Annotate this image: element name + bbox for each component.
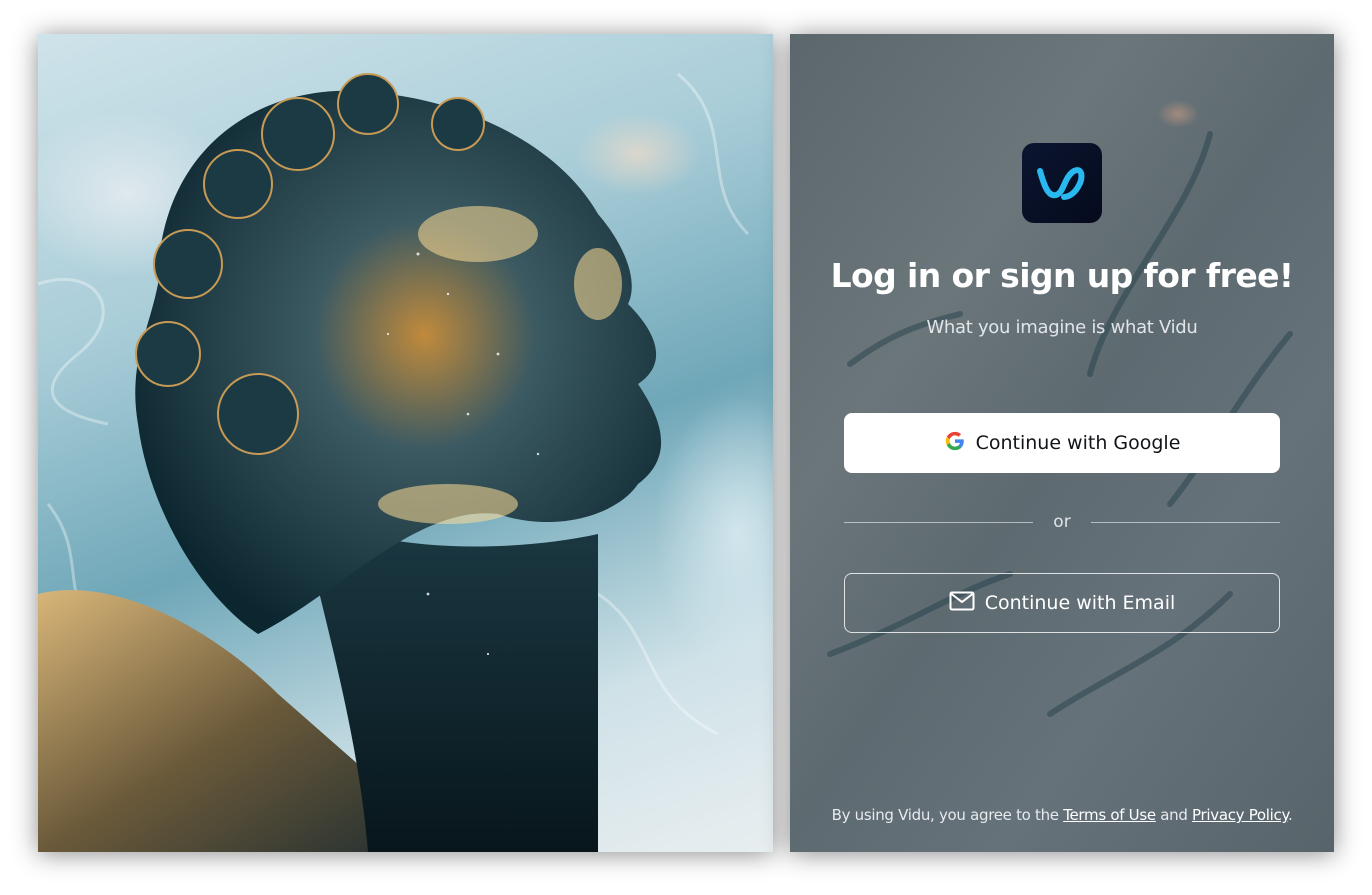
legal-notice: By using Vidu, you agree to the Terms of… [790, 806, 1334, 824]
privacy-policy-link[interactable]: Privacy Policy [1192, 806, 1288, 824]
page-title: Log in or sign up for free! [830, 256, 1294, 295]
or-divider: or [844, 512, 1280, 534]
divider-line-right [1091, 522, 1280, 523]
legal-suffix: . [1287, 806, 1293, 824]
hero-image [38, 34, 773, 852]
continue-with-email-button[interactable]: Continue with Email [844, 573, 1280, 633]
google-button-label: Continue with Google [975, 432, 1181, 454]
email-button-label: Continue with Email [984, 592, 1176, 614]
terms-of-use-link[interactable]: Terms of Use [1063, 806, 1156, 824]
mail-icon [949, 590, 975, 617]
google-icon [944, 430, 966, 457]
vidu-logo-icon [1022, 143, 1102, 223]
statue-illustration [38, 72, 750, 852]
legal-and: and [1160, 806, 1188, 824]
continue-with-google-button[interactable]: Continue with Google [844, 413, 1280, 473]
legal-prefix: By using Vidu, you agree to the [831, 806, 1059, 824]
page-subtitle: What you imagine is what Vidu [926, 317, 1198, 338]
login-panel: Log in or sign up for free! What you ima… [790, 34, 1334, 852]
